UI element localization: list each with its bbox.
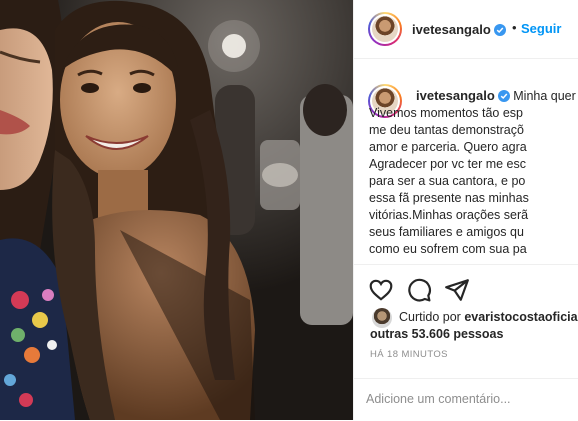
caption-line: seus familiares e amigos qu [369, 225, 524, 239]
caption-line: vitórias.Minhas orações serã [369, 208, 529, 222]
post-caption: ivetesangalo Minha quer Vivemos momentos… [369, 87, 578, 258]
add-comment-bar [354, 378, 578, 421]
liked-by-others[interactable]: outras 53.606 pessoas [370, 327, 503, 341]
verified-badge-icon [497, 90, 510, 102]
caption-author-username[interactable]: ivetesangalo [416, 88, 495, 103]
author-username-text[interactable]: ivetesangalo [412, 22, 491, 37]
caption-line: ivetesangalo Minha quer [416, 87, 578, 105]
author-username[interactable]: ivetesangalo [412, 22, 506, 37]
liked-by-line: Curtido por evaristocostaoficia [399, 310, 578, 324]
post-timestamp[interactable]: HÁ 18 MINUTOS [370, 349, 448, 360]
caption-line: como eu sofrem com sua pa [369, 242, 527, 256]
liker-avatar[interactable] [372, 308, 392, 328]
likes-summary: Curtido por evaristocostaoficia outras 5… [354, 304, 578, 344]
caption-text: Minha quer [513, 89, 576, 103]
verified-badge-icon [493, 24, 506, 36]
caption-line: essa fã presente nas minhas [369, 191, 529, 205]
caption-area: ivetesangalo Minha quer Vivemos momentos… [354, 58, 578, 264]
post-side-panel: ivetesangalo • Seguir ivetesangalo Minha… [353, 0, 578, 420]
heart-icon[interactable] [368, 277, 394, 303]
post-photo[interactable] [0, 0, 353, 420]
paper-plane-icon[interactable] [444, 277, 470, 303]
follow-button[interactable]: Seguir [521, 21, 561, 36]
comment-input[interactable] [366, 387, 571, 411]
caption-line: Agradecer por vc ter me esc [369, 157, 527, 171]
liked-by-user[interactable]: evaristocostaoficia [464, 310, 577, 324]
caption-line: amor e parceria. Quero agra [369, 140, 527, 154]
author-avatar[interactable] [368, 12, 402, 46]
post-photo-image [0, 0, 353, 420]
caption-line: me deu tantas demonstraçõ [369, 123, 524, 137]
header-separator: • [512, 20, 517, 35]
comment-bubble-icon[interactable] [406, 277, 432, 303]
caption-line: Vivemos momentos tão esp [369, 106, 524, 120]
post-header: ivetesangalo • Seguir [354, 0, 578, 59]
liked-by-prefix: Curtido por [399, 310, 461, 324]
caption-line: para ser a sua cantora, e po [369, 174, 526, 188]
